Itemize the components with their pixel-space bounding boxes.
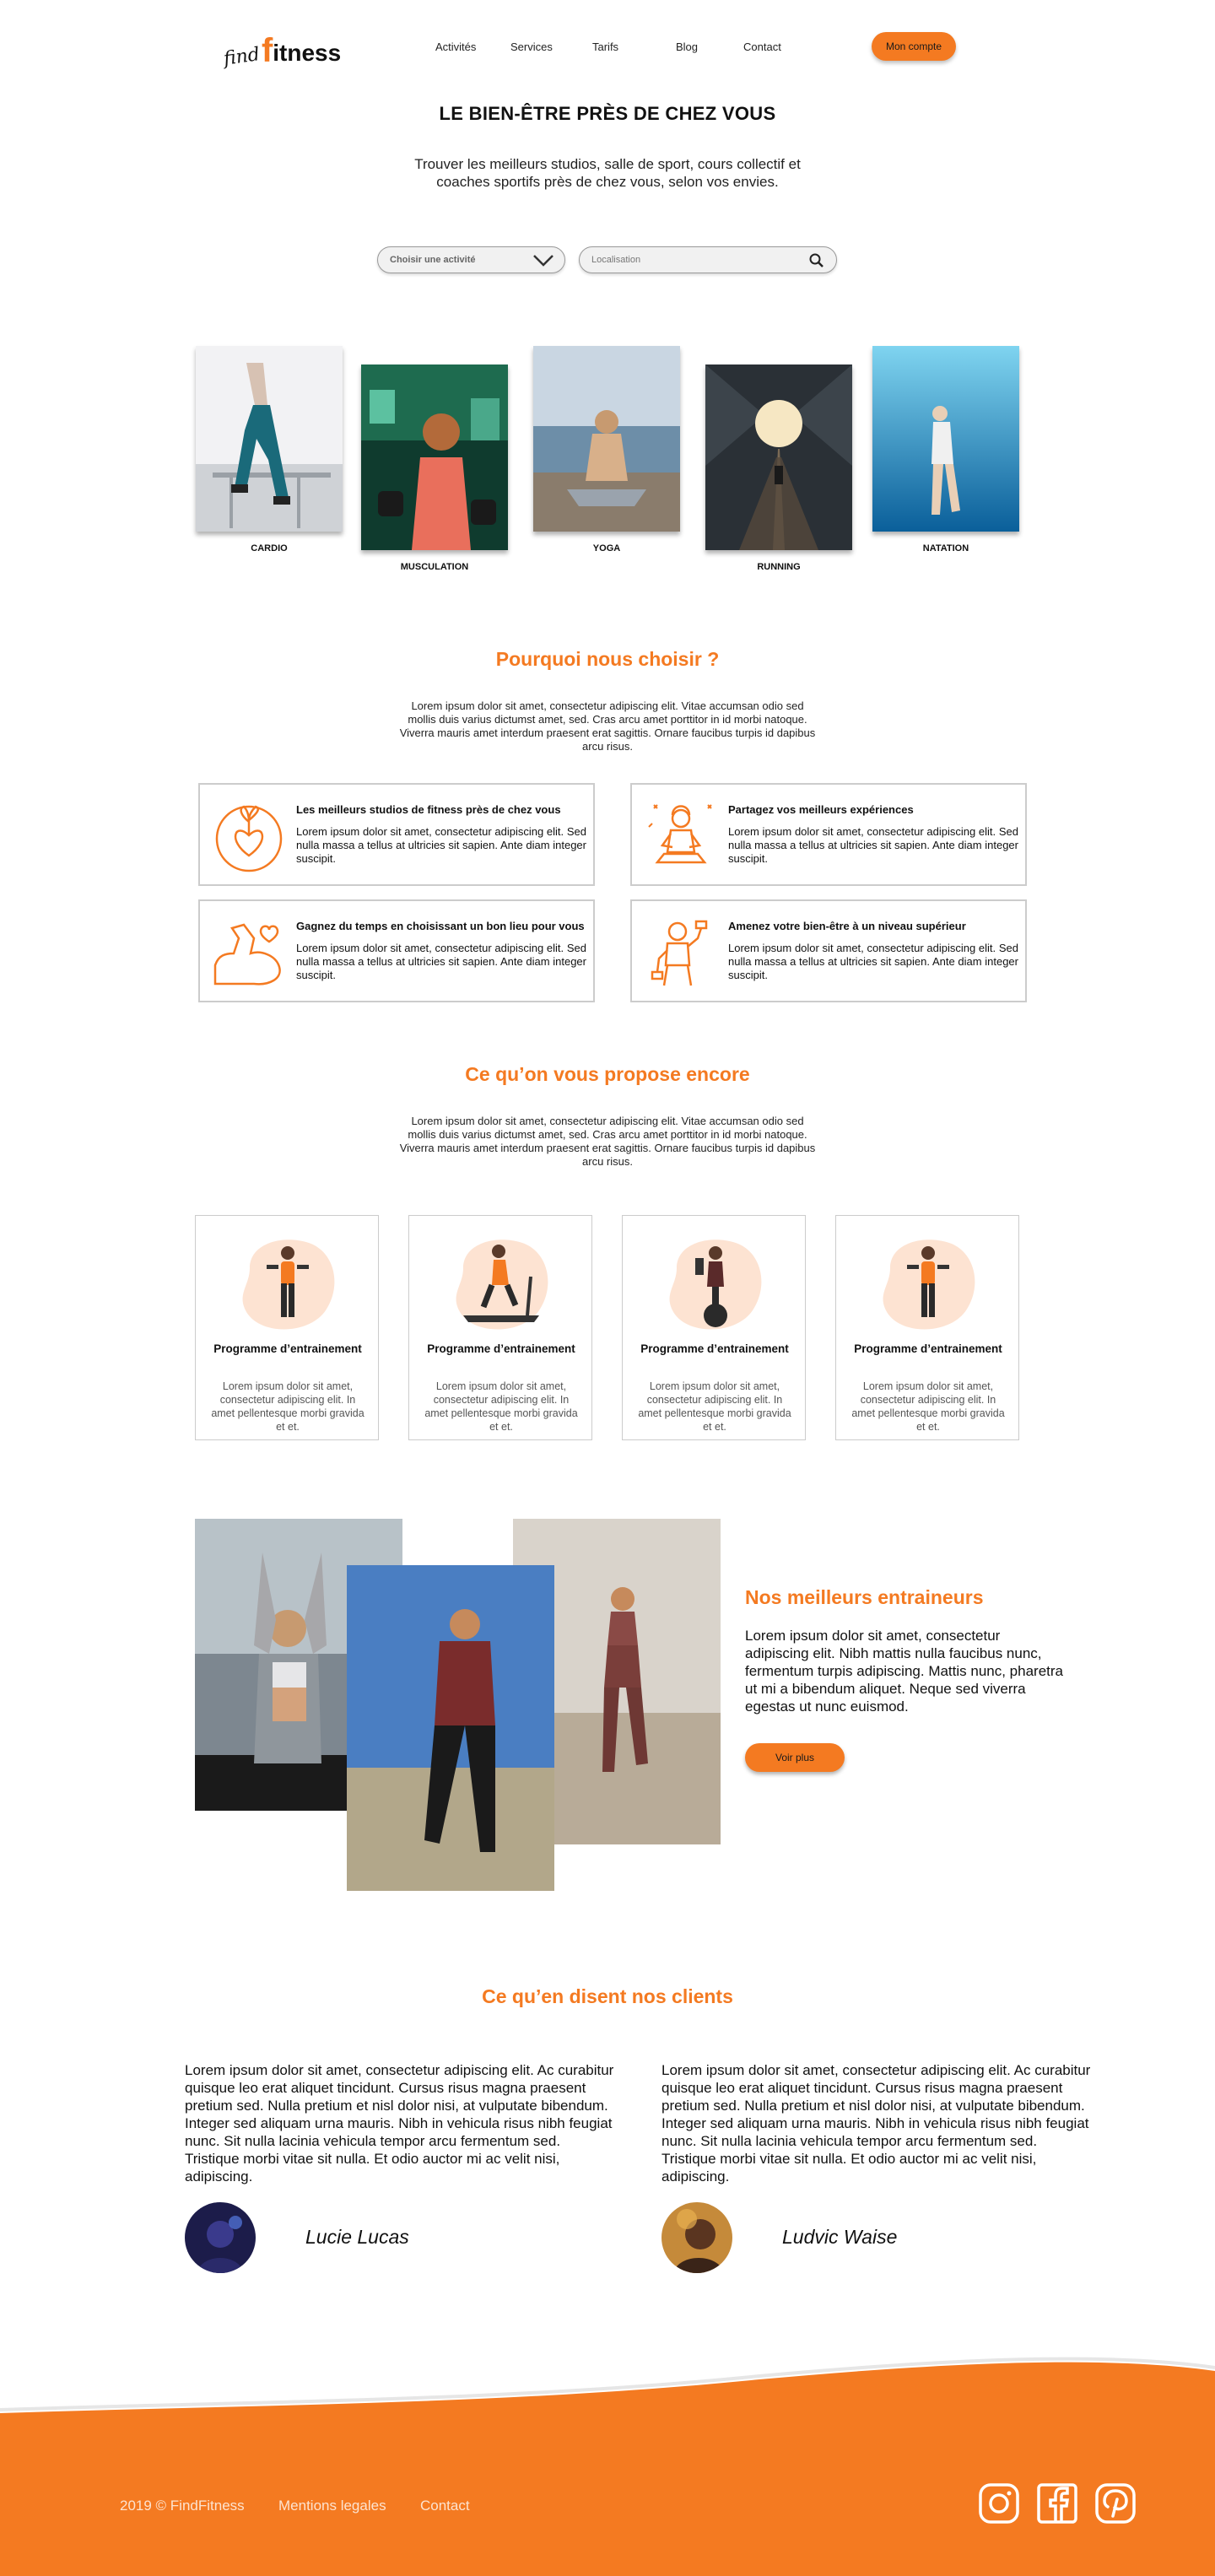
footer-copyright: 2019 © FindFitness — [120, 2498, 245, 2514]
logo-find: find — [222, 44, 262, 70]
activity-select-label: Choisir une activité — [390, 255, 476, 265]
activity-label-yoga[interactable]: YOGA — [533, 543, 680, 554]
program-illustration — [242, 1239, 335, 1330]
program-title: Programme d’entrainement — [427, 1342, 575, 1355]
avatar — [662, 2202, 732, 2273]
see-more-button[interactable]: Voir plus — [745, 1743, 845, 1772]
program-title: Programme d’entrainement — [854, 1342, 1002, 1355]
feature-title: Partagez vos meilleurs expériences — [728, 803, 914, 816]
nav-activites[interactable]: Activités — [435, 41, 476, 53]
location-placeholder: Localisation — [591, 255, 641, 265]
feature-text: Lorem ipsum dolor sit amet, consectetur … — [296, 825, 586, 865]
testimonials-title: Ce qu’en disent nos clients — [482, 1985, 733, 2007]
activity-label-cardio[interactable]: CARDIO — [196, 543, 343, 554]
program-text: Lorem ipsum dolor sit amet, consectetur … — [211, 1380, 364, 1433]
activity-label-running[interactable]: RUNNING — [705, 562, 852, 572]
feature-text: Lorem ipsum dolor sit amet, consectetur … — [728, 942, 1018, 981]
why-text: Lorem ipsum dolor sit amet, consectetur … — [399, 699, 816, 753]
footer-background — [0, 2357, 1215, 2576]
trainer-photo-2[interactable] — [347, 1565, 554, 1891]
program-card[interactable]: Programme d’entrainement Lorem ipsum dol… — [408, 1215, 592, 1440]
page-title: LE BIEN-ÊTRE PRÈS DE CHEZ VOUS — [439, 103, 776, 124]
program-text: Lorem ipsum dolor sit amet, consectetur … — [851, 1380, 1005, 1433]
program-card[interactable]: Programme d’entrainement Lorem ipsum dol… — [835, 1215, 1019, 1440]
program-text: Lorem ipsum dolor sit amet, consectetur … — [424, 1380, 578, 1433]
feature-card: Partagez vos meilleurs expériences Lorem… — [630, 783, 1027, 886]
avatar — [185, 2202, 256, 2273]
feature-text: Lorem ipsum dolor sit amet, consectetur … — [728, 825, 1018, 865]
feature-title: Amenez votre bien-être à un niveau supér… — [728, 920, 966, 932]
offers-title: Ce qu’on vous propose encore — [465, 1063, 750, 1085]
program-text: Lorem ipsum dolor sit amet, consectetur … — [638, 1380, 791, 1433]
activity-image-natation[interactable] — [872, 346, 1019, 532]
trainers-text: Lorem ipsum dolor sit amet, consectetur … — [745, 1628, 1064, 1715]
offers-text: Lorem ipsum dolor sit amet, consectetur … — [399, 1115, 816, 1168]
feature-card: Amenez votre bien-être à un niveau supér… — [630, 899, 1027, 1002]
why-title: Pourquoi nous choisir ? — [495, 648, 720, 670]
logo-text: itness — [273, 40, 342, 66]
nav-blog[interactable]: Blog — [676, 41, 698, 53]
logo-f: f — [261, 32, 273, 69]
activity-select[interactable]: Choisir une activité — [377, 246, 565, 273]
activity-label-musculation[interactable]: MUSCULATION — [361, 562, 508, 572]
testimonial-text: Lorem ipsum dolor sit amet, consectetur … — [185, 2062, 614, 2184]
feature-title: Les meilleurs studios de fitness près de… — [296, 803, 561, 816]
program-card[interactable]: Programme d’entrainement Lorem ipsum dol… — [622, 1215, 806, 1440]
testimonial-name: Ludvic Waise — [782, 2226, 898, 2248]
hero-subtitle: Trouver les meilleurs studios, salle de … — [414, 156, 801, 190]
program-title: Programme d’entrainement — [213, 1342, 362, 1355]
activity-image-cardio[interactable] — [196, 346, 343, 532]
search-icon[interactable] — [809, 253, 824, 268]
account-button[interactable]: Mon compte — [872, 32, 956, 61]
nav-services[interactable]: Services — [510, 41, 553, 53]
dumbbell-woman-icon — [651, 920, 708, 986]
activity-label-natation[interactable]: NATATION — [872, 543, 1019, 554]
nav-contact[interactable]: Contact — [743, 41, 781, 53]
trainers-title: Nos meilleurs entraineurs — [745, 1586, 984, 1608]
activity-image-running[interactable] — [705, 365, 852, 550]
heart-plant-icon — [215, 805, 283, 872]
meditation-icon — [648, 804, 712, 864]
program-title: Programme d’entrainement — [640, 1342, 789, 1355]
footer-contact-link[interactable]: Contact — [420, 2498, 470, 2514]
footer-legal-link[interactable]: Mentions legales — [278, 2498, 386, 2514]
feature-title: Gagnez du temps en choisissant un bon li… — [296, 920, 585, 932]
pinterest-icon[interactable] — [1094, 2482, 1137, 2525]
biceps-icon — [213, 923, 281, 986]
chevron-down-icon — [533, 255, 554, 267]
activity-image-musculation[interactable] — [361, 365, 508, 550]
testimonial-name: Lucie Lucas — [305, 2226, 409, 2248]
testimonial-text: Lorem ipsum dolor sit amet, consectetur … — [662, 2062, 1091, 2184]
nav-tarifs[interactable]: Tarifs — [592, 41, 618, 53]
feature-card: Les meilleurs studios de fitness près de… — [198, 783, 595, 886]
program-card[interactable]: Programme d’entrainement Lorem ipsum dol… — [195, 1215, 379, 1440]
program-illustration — [883, 1239, 975, 1330]
activity-image-yoga[interactable] — [533, 346, 680, 532]
feature-text: Lorem ipsum dolor sit amet, consectetur … — [296, 942, 586, 981]
instagram-icon[interactable] — [978, 2482, 1020, 2525]
logo[interactable]: find f itness — [222, 25, 342, 70]
feature-card: Gagnez du temps en choisissant un bon li… — [198, 899, 595, 1002]
facebook-icon[interactable] — [1036, 2482, 1078, 2525]
program-illustration — [456, 1239, 548, 1330]
program-illustration — [669, 1239, 762, 1330]
location-input[interactable]: Localisation — [579, 246, 837, 273]
